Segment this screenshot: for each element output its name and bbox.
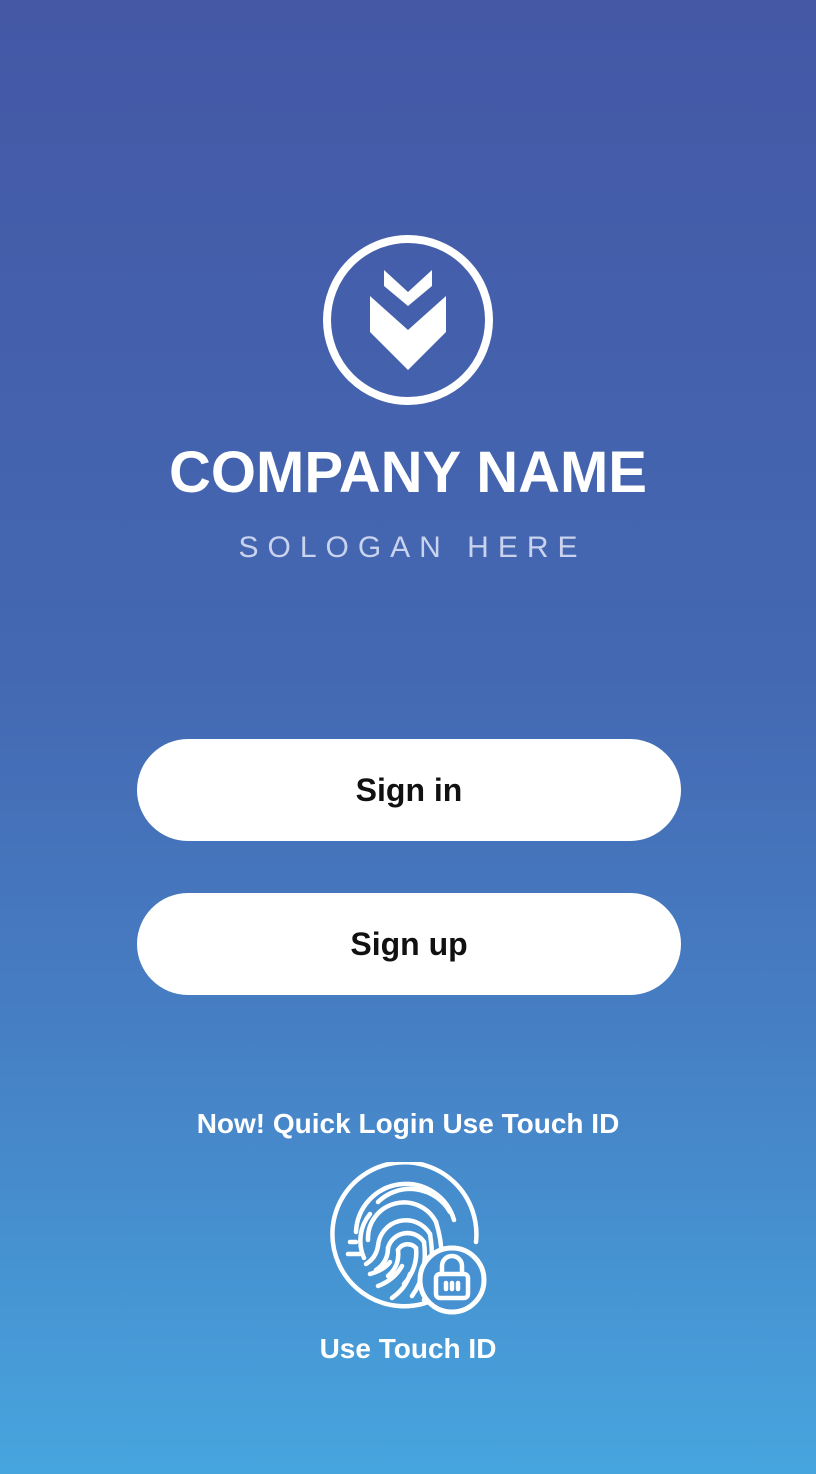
company-name: COMPANY NAME <box>169 440 647 505</box>
sign-in-label: Sign in <box>355 771 463 808</box>
sign-in-button[interactable]: Sign in <box>137 739 681 841</box>
fingerprint-lock-icon[interactable] <box>326 1162 492 1320</box>
touch-id-promo-text: Now! Quick Login Use Touch ID <box>196 1108 620 1139</box>
sign-up-label: Sign up <box>350 925 468 962</box>
login-screen: COMPANY NAME SOLOGAN HERE Sign in Sign u… <box>0 0 816 1474</box>
sign-up-button[interactable]: Sign up <box>137 893 681 995</box>
company-logo-icon <box>323 235 493 405</box>
slogan: SOLOGAN HERE <box>238 531 587 564</box>
use-touch-id-label[interactable]: Use Touch ID <box>0 1330 816 1368</box>
